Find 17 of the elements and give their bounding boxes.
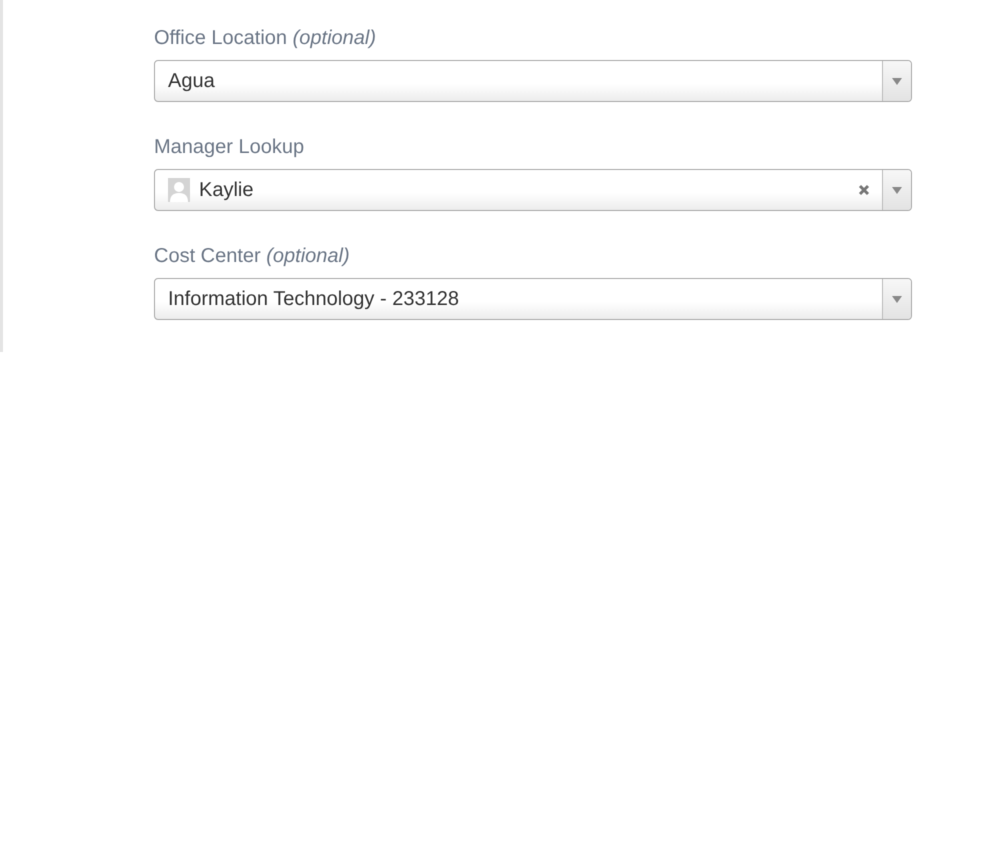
avatar-icon	[168, 178, 190, 202]
dropdown-button[interactable]	[882, 61, 911, 101]
dropdown-field[interactable]: Information Technology - 233128	[154, 278, 912, 320]
caret-icon	[892, 186, 902, 194]
clear-icon[interactable]	[858, 184, 870, 196]
dropdown-button[interactable]	[882, 279, 911, 319]
dropdown-button[interactable]	[882, 170, 911, 210]
field-label: Manager Lookup	[154, 135, 306, 159]
selected-value: Information Technology - 233128	[168, 288, 459, 310]
field-label: Cost Center (optional)	[154, 244, 351, 268]
field-label: Office Location (optional)	[154, 26, 377, 50]
caret-icon	[892, 296, 902, 302]
dropdown-field[interactable]: Kaylie	[154, 169, 912, 211]
selected-value: Agua	[168, 70, 215, 92]
selected-value: Kaylie	[199, 178, 254, 202]
caret-icon	[892, 78, 902, 84]
dropdown-field[interactable]: Agua	[154, 60, 912, 102]
